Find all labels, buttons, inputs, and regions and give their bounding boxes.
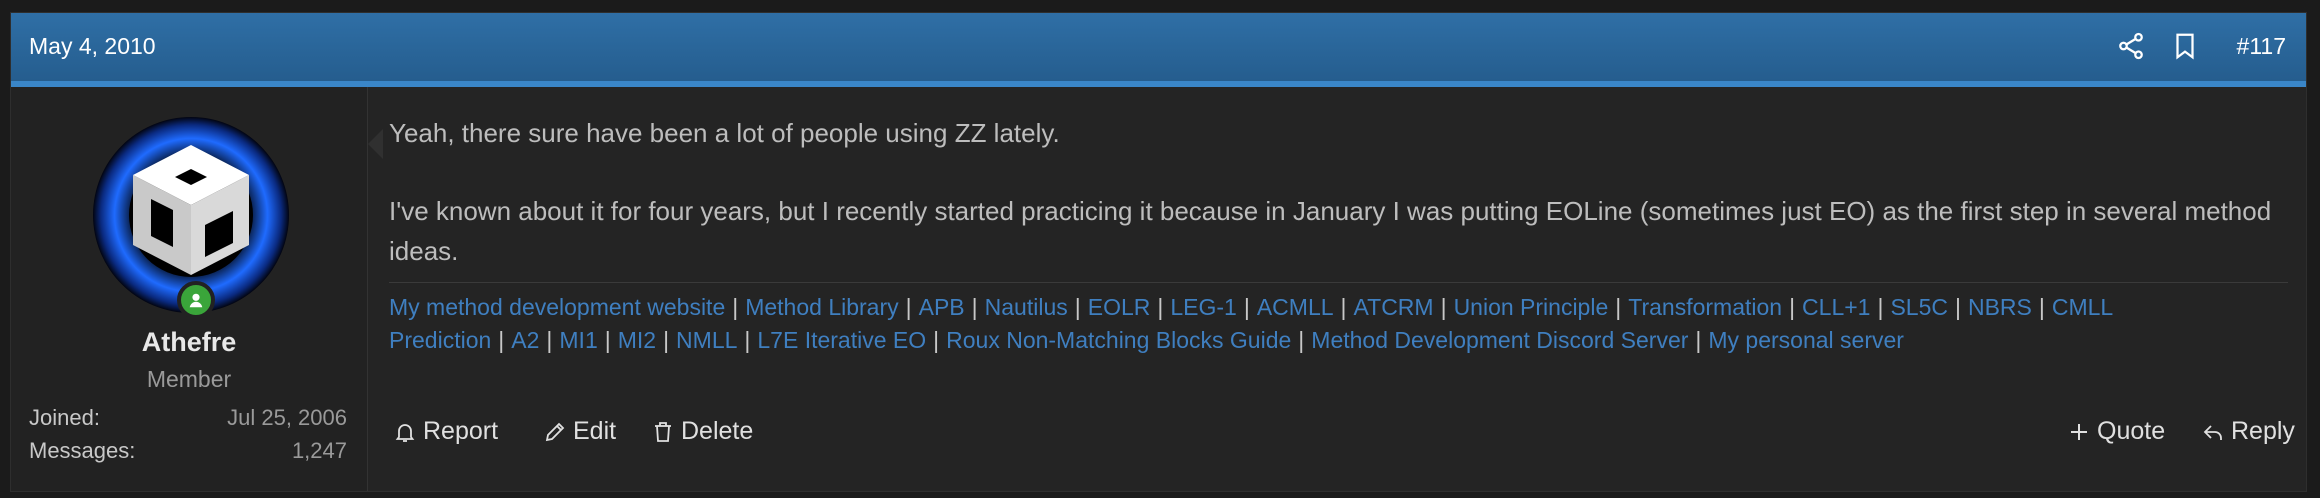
messages-value[interactable]: 1,247 [292, 438, 347, 464]
message-paragraph: Yeah, there sure have been a lot of peop… [389, 118, 1060, 148]
username[interactable]: Athefre [11, 327, 367, 358]
sig-link-sl5c[interactable]: SL5C [1890, 294, 1948, 320]
edit-button[interactable]: Edit [543, 417, 616, 446]
post-number-link[interactable]: #117 [2237, 33, 2286, 60]
report-button[interactable]: Report [393, 417, 498, 446]
delete-label: Delete [681, 417, 754, 445]
sig-separator: | [663, 327, 670, 353]
quote-button[interactable]: Quote [2067, 417, 2165, 446]
sig-separator: | [1615, 294, 1622, 320]
sig-link-mi1[interactable]: MI1 [559, 327, 597, 353]
sig-separator: | [1157, 294, 1164, 320]
sig-link-leg-1[interactable]: LEG-1 [1170, 294, 1236, 320]
sig-link-l7e-iterative-eo[interactable]: L7E Iterative EO [757, 327, 926, 353]
sig-link-a2[interactable]: A2 [511, 327, 539, 353]
share-icon[interactable] [2116, 31, 2146, 61]
reply-label: Reply [2231, 417, 2295, 445]
post-date[interactable]: May 4, 2010 [29, 33, 156, 60]
delete-button[interactable]: Delete [651, 417, 753, 446]
sig-link-acmll[interactable]: ACMLL [1257, 294, 1334, 320]
user-info-panel: Athefre Member Joined: Jul 25, 2006 Mess… [11, 87, 383, 491]
sig-separator: | [1789, 294, 1796, 320]
sig-link-apb[interactable]: APB [919, 294, 965, 320]
sig-link-transformation[interactable]: Transformation [1628, 294, 1782, 320]
reply-icon [2203, 424, 2222, 440]
quote-label: Quote [2097, 417, 2166, 445]
sig-separator: | [1298, 327, 1305, 353]
sig-link-nbrs[interactable]: NBRS [1968, 294, 2032, 320]
sig-separator: | [1243, 294, 1250, 320]
sig-link-my-personal-server[interactable]: My personal server [1708, 327, 1904, 353]
sig-separator: | [971, 294, 978, 320]
sig-separator: | [732, 294, 739, 320]
sig-link-mi2[interactable]: MI2 [618, 327, 656, 353]
sig-separator: | [1877, 294, 1884, 320]
sig-separator: | [2038, 294, 2045, 320]
sig-separator: | [1074, 294, 1081, 320]
trash-icon [655, 421, 671, 442]
sig-separator: | [905, 294, 912, 320]
sig-link-roux-non-matching-blocks-guide[interactable]: Roux Non-Matching Blocks Guide [946, 327, 1291, 353]
post-content: Yeah, there sure have been a lot of peop… [389, 87, 2295, 491]
joined-label: Joined: [29, 405, 100, 430]
online-status-icon [177, 281, 215, 319]
messages-label: Messages: [29, 438, 136, 463]
user-title: Member [146, 366, 232, 392]
sig-separator: | [744, 327, 751, 353]
joined-value: Jul 25, 2006 [227, 405, 347, 430]
plus-icon [2071, 423, 2087, 440]
pencil-icon [545, 422, 565, 441]
sig-link-nmll[interactable]: NMLL [676, 327, 737, 353]
sig-separator: | [1955, 294, 1961, 320]
bookmark-icon[interactable] [2170, 31, 2200, 61]
sig-separator: | [1440, 294, 1447, 320]
sig-link-atcrm[interactable]: ATCRM [1354, 294, 1434, 320]
sig-link-cll-plus-1[interactable]: CLL+1 [1802, 294, 1870, 320]
sig-link-method-library[interactable]: Method Library [745, 294, 898, 320]
sig-separator: | [546, 327, 553, 353]
sig-link-nautilus[interactable]: Nautilus [985, 294, 1068, 320]
sig-link-method-development-website[interactable]: My method development website [389, 294, 725, 320]
message-paragraph: I've known about it for four years, but … [389, 196, 2272, 266]
bell-icon [395, 423, 415, 442]
signature: My method development website | Method Lib… [389, 291, 2299, 357]
sig-separator: | [604, 327, 611, 353]
edit-label: Edit [573, 417, 617, 445]
reply-button[interactable]: Reply [2201, 417, 2295, 446]
post: May 4, 2010 #117 Athefre Member Joined: … [10, 12, 2307, 492]
signature-divider [389, 282, 2288, 283]
sig-separator: | [1695, 327, 1702, 353]
sig-link-union-principle[interactable]: Union Principle [1454, 294, 1609, 320]
sig-link-method-development-discord-server[interactable]: Method Development Discord Server [1311, 327, 1688, 353]
report-label: Report [423, 417, 499, 445]
post-header: May 4, 2010 #117 [11, 13, 2306, 87]
sig-separator: | [933, 327, 940, 353]
sig-separator: | [498, 327, 505, 353]
sig-link-eolr[interactable]: EOLR [1088, 294, 1151, 320]
sig-separator: | [1340, 294, 1347, 320]
